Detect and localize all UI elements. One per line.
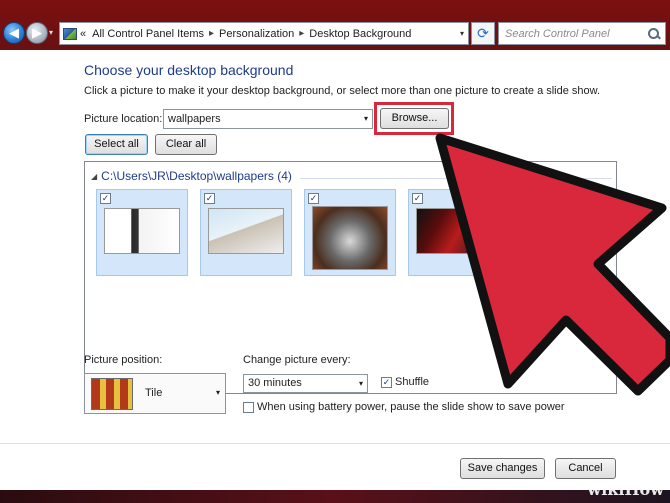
red-pointer-arrow-icon bbox=[435, 133, 670, 396]
wikihow-watermark: wikiHow bbox=[587, 480, 664, 499]
desktop-background-window: ◀ ▶ ▾ « All Control Panel Items ▸ Person… bbox=[0, 0, 670, 503]
